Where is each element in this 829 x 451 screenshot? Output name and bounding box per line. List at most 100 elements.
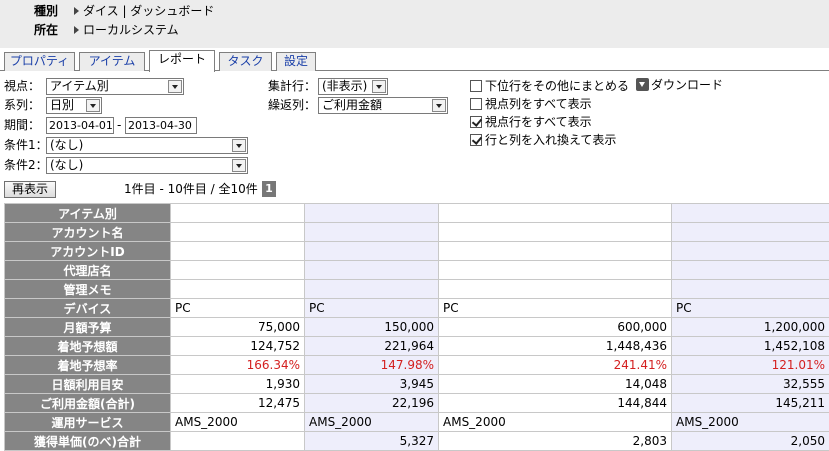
repeat-column-value: ご利用金額 <box>322 98 383 112</box>
viewpoint-label: 視点： <box>4 79 41 93</box>
table-cell <box>438 241 672 261</box>
table-cell: PC <box>304 298 439 318</box>
option-label: 視点行をすべて表示 <box>485 115 592 129</box>
condition2-select[interactable]: (なし) <box>46 157 248 174</box>
table-cell: AMS_2000 <box>304 412 439 432</box>
table-row: アイテム別 <box>4 203 829 223</box>
triangle-right-icon <box>74 7 79 15</box>
table-cell: 147.98% <box>304 355 439 375</box>
repeat-column-select[interactable]: ご利用金額 <box>318 97 448 114</box>
page-number-button[interactable]: 1 <box>262 181 276 197</box>
chevron-down-icon <box>232 159 246 172</box>
row-header: アイテム別 <box>4 203 171 223</box>
period-start-input[interactable]: 2013-04-01 <box>46 117 114 134</box>
table-cell: 2,050 <box>671 431 829 451</box>
tab-bar: プロパティ アイテム レポート タスク 設定 <box>0 50 829 72</box>
row-header: 運用サービス <box>4 412 171 432</box>
tab-report[interactable]: レポート <box>149 50 215 72</box>
table-cell: 144,844 <box>438 393 672 413</box>
table-cell <box>304 241 439 261</box>
table-cell <box>170 279 305 299</box>
option-merge-lower-rows[interactable]: 下位行をその他にまとめる <box>470 78 629 94</box>
row-header: アカウント名 <box>4 222 171 242</box>
redisplay-button[interactable]: 再表示 <box>4 181 56 198</box>
condition1-select[interactable]: (なし) <box>46 137 248 154</box>
option-show-all-view-columns[interactable]: 視点列をすべて表示 <box>470 96 592 112</box>
row-header: 獲得単価(のべ)合計 <box>4 431 171 451</box>
table-cell <box>671 279 829 299</box>
table-cell: 1,930 <box>170 374 305 394</box>
series-label: 系列： <box>4 98 41 112</box>
viewpoint-value: アイテム別 <box>50 79 109 93</box>
table-cell: 3,945 <box>304 374 439 394</box>
table-row: 着地予想率 166.34% 147.98% 241.41% 121.01% <box>4 355 829 375</box>
table-cell: 22,196 <box>304 393 439 413</box>
viewpoint-select[interactable]: アイテム別 <box>46 78 184 95</box>
download-icon <box>636 78 649 91</box>
row-header: 着地予想率 <box>4 355 171 375</box>
aggregate-row-value: (非表示) <box>322 79 368 93</box>
info-panel: 種別 ダイス | ダッシュボード 所在 ローカルシステム <box>0 0 829 48</box>
chevron-down-icon <box>86 99 100 112</box>
table-cell: 166.34% <box>170 355 305 375</box>
table-cell: PC <box>438 298 672 318</box>
option-show-all-view-rows[interactable]: 視点行をすべて表示 <box>470 114 592 130</box>
info-location-value: ローカルシステム <box>83 23 179 37</box>
checkbox-icon[interactable] <box>470 98 482 110</box>
table-row: 代理店名 <box>4 260 829 280</box>
tab-settings[interactable]: 設定 <box>276 52 316 71</box>
row-header: アカウントID <box>4 241 171 261</box>
table-cell: 2,803 <box>438 431 672 451</box>
period-label: 期間： <box>4 118 41 132</box>
table-row: 日額利用目安 1,930 3,945 14,048 32,555 <box>4 374 829 394</box>
pager-status: 1件目 - 10件目 / 全10件 <box>124 182 258 196</box>
info-type-row: 種別 ダイス | ダッシュボード <box>34 3 214 19</box>
option-swap-rows-columns[interactable]: 行と列を入れ換えて表示 <box>470 132 616 148</box>
table-cell <box>304 203 439 223</box>
download-label: ダウンロード <box>651 78 724 92</box>
table-cell <box>671 222 829 242</box>
table-cell <box>438 260 672 280</box>
option-label: 視点列をすべて表示 <box>485 97 592 111</box>
aggregate-row-select[interactable]: (非表示) <box>318 78 388 95</box>
condition2-value: (なし) <box>50 158 84 172</box>
table-row: デバイス PC PC PC PC <box>4 298 829 318</box>
chevron-down-icon <box>372 80 386 93</box>
table-row: 着地予想額 124,752 221,964 1,448,436 1,452,108 <box>4 336 829 356</box>
row-header: 着地予想額 <box>4 336 171 356</box>
tab-task[interactable]: タスク <box>219 52 272 71</box>
table-cell <box>170 431 305 451</box>
repeat-column-label: 繰返列： <box>268 98 317 112</box>
table-cell: 12,475 <box>170 393 305 413</box>
download-link[interactable]: ダウンロード <box>636 77 723 93</box>
chevron-down-icon <box>232 139 246 152</box>
table-cell: 145,211 <box>671 393 829 413</box>
table-cell <box>304 279 439 299</box>
tab-property[interactable]: プロパティ <box>4 52 75 71</box>
table-cell <box>304 222 439 242</box>
info-type-label: 種別 <box>34 4 59 18</box>
row-header: 管理メモ <box>4 279 171 299</box>
table-cell: AMS_2000 <box>671 412 829 432</box>
checkbox-checked-icon[interactable] <box>470 134 482 146</box>
checkbox-checked-icon[interactable] <box>470 116 482 128</box>
table-cell: PC <box>170 298 305 318</box>
table-cell <box>671 203 829 223</box>
table-row: ご利用金額(合計) 12,475 22,196 144,844 145,211 <box>4 393 829 413</box>
checkbox-icon[interactable] <box>470 80 482 92</box>
series-select[interactable]: 日別 <box>46 97 102 114</box>
table-cell: AMS_2000 <box>170 412 305 432</box>
option-label: 行と列を入れ換えて表示 <box>485 133 617 147</box>
tab-item[interactable]: アイテム <box>79 52 145 71</box>
table-cell: 124,752 <box>170 336 305 356</box>
info-location-row: 所在 ローカルシステム <box>34 22 179 38</box>
option-label: 下位行をその他にまとめる <box>485 79 630 93</box>
table-cell: 241.41% <box>438 355 672 375</box>
aggregate-row-label: 集計行： <box>268 79 317 93</box>
table-cell <box>438 222 672 242</box>
report-table: アイテム別 アカウント名 アカウントID 代理店名 管理メモ デバイス PC PC PC PC 月額… <box>4 203 829 451</box>
table-cell: 1,200,000 <box>671 317 829 337</box>
info-type-value: ダイス | ダッシュボード <box>83 4 215 18</box>
info-location-label: 所在 <box>34 23 59 37</box>
period-end-input[interactable]: 2013-04-30 <box>125 117 197 134</box>
